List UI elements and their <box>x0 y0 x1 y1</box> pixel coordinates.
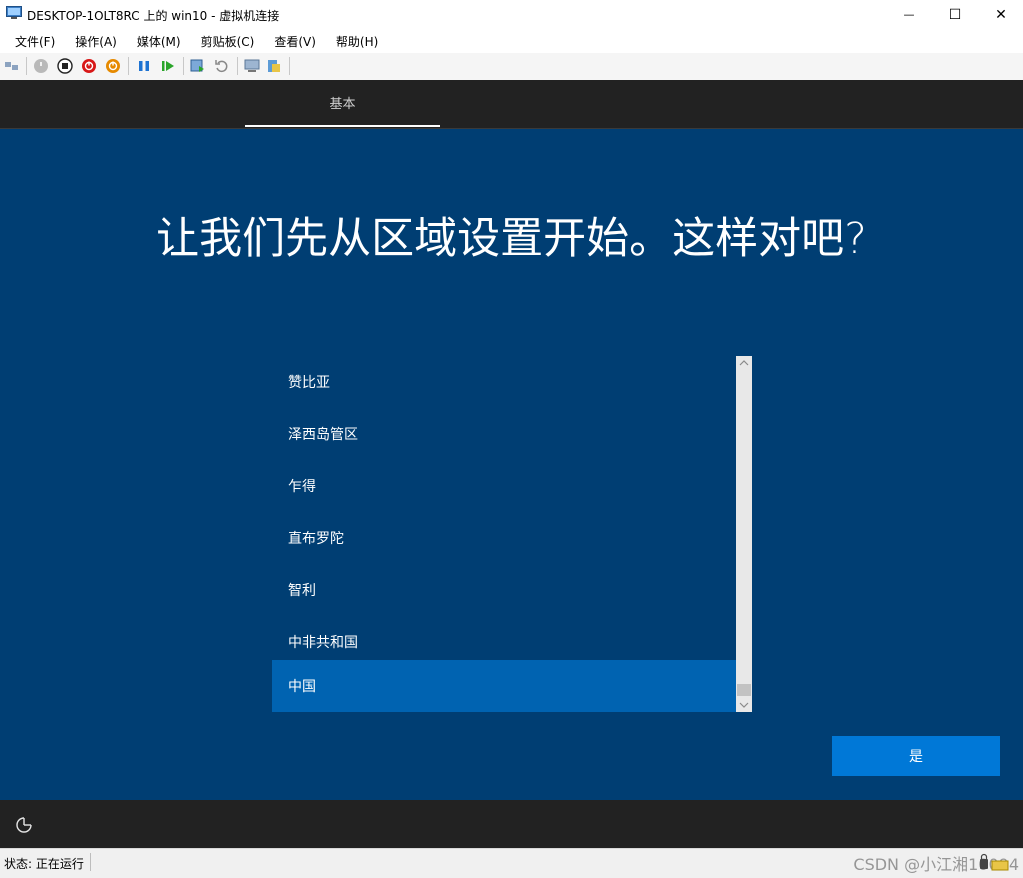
tab-basics: 基本 <box>245 80 440 127</box>
maximize-button[interactable]: ☐ <box>932 0 978 29</box>
menu-clipboard[interactable]: 剪贴板(C) <box>201 33 265 50</box>
menu-file[interactable]: 文件(F) <box>15 33 65 50</box>
reset-icon[interactable] <box>160 58 176 74</box>
toolbar-separator <box>237 57 238 75</box>
lock-icon <box>980 853 1009 871</box>
oobe-footer <box>0 800 1023 848</box>
list-item[interactable]: 泽西岛管区 <box>272 408 736 460</box>
toolbar-separator <box>289 57 290 75</box>
menu-action[interactable]: 操作(A) <box>75 33 127 50</box>
toolbar-separator <box>183 57 184 75</box>
vm-screen[interactable]: 基本 让我们先从区域设置开始。这样对吧? 赞比亚 泽西岛管区 乍得 直布罗陀 智… <box>0 80 1023 848</box>
checkpoint-icon[interactable] <box>190 58 206 74</box>
ease-of-access-icon[interactable] <box>15 816 33 834</box>
start-icon[interactable] <box>33 58 49 74</box>
enhanced-session-icon[interactable] <box>244 58 260 74</box>
pause-icon[interactable] <box>136 58 152 74</box>
close-icon: ✕ <box>995 6 1007 23</box>
scroll-up-icon[interactable] <box>736 356 752 370</box>
toolbar <box>0 53 1023 81</box>
maximize-icon: ☐ <box>948 6 962 23</box>
list-item[interactable]: 智利 <box>272 564 736 616</box>
list-item[interactable]: 直布罗陀 <box>272 512 736 564</box>
shut-down-icon[interactable] <box>81 58 97 74</box>
menu-view[interactable]: 查看(V) <box>274 33 326 50</box>
ctrl-alt-del-icon[interactable] <box>4 58 20 74</box>
status-separator <box>90 853 91 871</box>
vm-connection-icon <box>6 6 22 19</box>
list-item[interactable]: 乍得 <box>272 460 736 512</box>
title-bar: DESKTOP-1OLT8RC 上的 win10 - 虚拟机连接 — ☐ ✕ <box>0 0 1023 29</box>
window-title: DESKTOP-1OLT8RC 上的 win10 - 虚拟机连接 <box>27 9 280 23</box>
page-title: 让我们先从区域设置开始。这样对吧? <box>156 214 867 264</box>
menu-media[interactable]: 媒体(M) <box>137 33 191 50</box>
region-list[interactable]: 赞比亚 泽西岛管区 乍得 直布罗陀 智利 中非共和国 中国 <box>272 356 752 712</box>
share-icon[interactable] <box>266 58 282 74</box>
minimize-icon: — <box>903 8 915 21</box>
menu-bar: 文件(F) 操作(A) 媒体(M) 剪贴板(C) 查看(V) 帮助(H) <box>0 29 1023 53</box>
oobe-header: 基本 <box>0 80 1023 129</box>
minimize-button[interactable]: — <box>886 0 932 29</box>
toolbar-separator <box>128 57 129 75</box>
save-icon[interactable] <box>105 58 121 74</box>
yes-button[interactable]: 是 <box>832 736 1000 776</box>
list-item[interactable]: 赞比亚 <box>272 356 736 408</box>
region-list-scrollbar[interactable] <box>736 356 752 712</box>
vm-status: 状态: 正在运行 <box>4 857 84 871</box>
list-item-selected[interactable]: 中国 <box>272 660 736 712</box>
turn-off-icon[interactable] <box>57 58 73 74</box>
close-button[interactable]: ✕ <box>978 0 1023 29</box>
status-bar: 状态: 正在运行 CSDN @小江湘10094 <box>0 848 1023 878</box>
menu-help[interactable]: 帮助(H) <box>336 33 388 50</box>
toolbar-separator <box>26 57 27 75</box>
revert-icon[interactable] <box>214 58 230 74</box>
scroll-thumb[interactable] <box>737 684 751 696</box>
scroll-down-icon[interactable] <box>736 698 752 712</box>
